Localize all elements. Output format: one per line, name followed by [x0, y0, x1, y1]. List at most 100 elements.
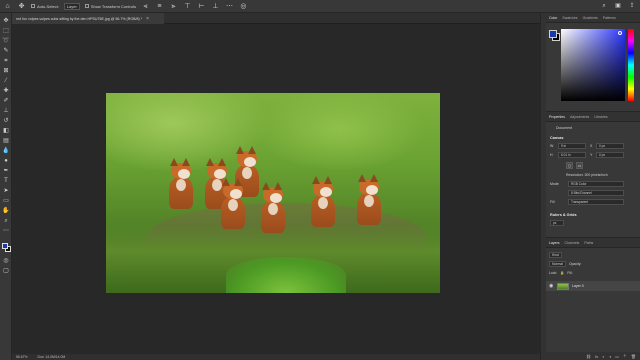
hand-tool-icon[interactable]: ✋	[2, 207, 10, 215]
fox-cub	[220, 178, 246, 229]
tab-libraries[interactable]: Libraries	[594, 115, 607, 119]
quick-mask-icon[interactable]: ◎	[2, 257, 10, 265]
tab-layers[interactable]: Layers	[549, 241, 560, 245]
tab-paths[interactable]: Paths	[584, 241, 593, 245]
more-tools-icon[interactable]: ⋯	[2, 227, 10, 235]
align-bottom-icon[interactable]: ⊥	[211, 2, 220, 11]
show-transform-label: Show Transform Controls	[90, 3, 136, 9]
lasso-tool-icon[interactable]: ➰	[2, 37, 10, 45]
move-tool-icon[interactable]: ✥	[2, 17, 10, 25]
rulers-grids-header[interactable]: Rulers & Grids	[550, 213, 577, 217]
layers-panel-tabs: Layers Channels Paths	[546, 238, 640, 248]
rectangle-tool-icon[interactable]: ▭	[2, 197, 10, 205]
frame-tool-icon[interactable]: ⊠	[2, 67, 10, 75]
quick-select-tool-icon[interactable]: ✎	[2, 47, 10, 55]
tab-color[interactable]: Color	[549, 16, 557, 20]
tools-panel: ✥ ⬚ ➰ ✎ ⌗ ⊠ ⁄ ✚ ✐ ⊥ ↺ ◧ ▤ 💧 ● ✒ T ➤ ▭ ✋ …	[0, 13, 12, 360]
move-tool-icon[interactable]: ✥	[17, 2, 26, 11]
auto-select-dropdown[interactable]: Layer	[63, 2, 80, 10]
lock-icon[interactable]: 🔒	[560, 271, 564, 275]
auto-select-checkbox[interactable]: Auto-Select:	[31, 4, 59, 9]
bit-depth-select[interactable]: 8 Bits/Channel	[568, 190, 624, 196]
blur-tool-icon[interactable]: 💧	[2, 147, 10, 155]
width-field[interactable]: 9 in	[558, 143, 586, 149]
tab-channels[interactable]: Channels	[565, 241, 580, 245]
layers-panel: Layers Channels Paths Kind Normal Opacit…	[546, 237, 640, 360]
new-layer-icon[interactable]: ＋	[623, 353, 627, 359]
document-image-fox-cubs[interactable]	[106, 93, 440, 293]
show-transform-checkbox[interactable]: Show Transform Controls	[84, 3, 136, 9]
properties-panel-tabs: Properties Adjustments Libraries	[546, 112, 640, 122]
share-icon[interactable]: ⇪	[628, 2, 636, 10]
marquee-tool-icon[interactable]: ⬚	[2, 27, 10, 35]
mode-label: Mode	[550, 182, 559, 186]
home-icon[interactable]: ⌂	[3, 2, 12, 11]
workspace-icon[interactable]: ▣	[614, 2, 622, 10]
image-foreground-leaves	[226, 257, 346, 293]
healing-brush-tool-icon[interactable]: ✚	[2, 87, 10, 95]
foreground-color-swatch[interactable]	[2, 243, 8, 249]
add-mask-icon[interactable]: ◐	[602, 354, 604, 359]
portrait-orientation-button[interactable]: ▯	[566, 162, 573, 169]
align-right-icon[interactable]: ⫸	[169, 2, 178, 11]
align-middle-icon[interactable]: ⊢	[197, 2, 206, 11]
landscape-orientation-button[interactable]: ▭	[576, 162, 583, 169]
color-picker-cursor[interactable]	[618, 31, 622, 35]
new-group-icon[interactable]: ▭	[615, 354, 619, 359]
layer-kind-filter[interactable]: Kind	[549, 251, 562, 258]
ruler-units-select[interactable]: px	[550, 220, 564, 226]
layer-filter-row: Kind	[549, 251, 562, 258]
eyedropper-tool-icon[interactable]: ⁄	[2, 77, 10, 85]
gradient-tool-icon[interactable]: ▤	[2, 137, 10, 145]
history-brush-tool-icon[interactable]: ↺	[2, 117, 10, 125]
tab-properties[interactable]: Properties	[549, 115, 565, 119]
screen-mode-icon[interactable]: ▢	[2, 267, 10, 275]
eraser-tool-icon[interactable]: ◧	[2, 127, 10, 135]
search-icon[interactable]: ⌕	[600, 2, 608, 10]
path-select-tool-icon[interactable]: ➤	[2, 187, 10, 195]
type-tool-icon[interactable]: T	[2, 177, 10, 185]
x-field[interactable]: 0 px	[596, 143, 624, 149]
hue-slider[interactable]	[628, 29, 634, 101]
layer-row[interactable]: ◉ Layer 0	[546, 281, 640, 291]
zoom-tool-icon[interactable]: ⌕	[2, 217, 10, 225]
status-bar: 56.67% Doc: 14.0M/14.0M	[12, 354, 540, 360]
clone-stamp-tool-icon[interactable]: ⊥	[2, 107, 10, 115]
height-field[interactable]: 6.01 in	[558, 152, 586, 158]
zoom-level[interactable]: 56.67%	[16, 355, 28, 359]
tab-gradients[interactable]: Gradients	[583, 16, 598, 20]
mode-select[interactable]: RGB Color	[568, 181, 624, 187]
brush-tool-icon[interactable]: ✐	[2, 97, 10, 105]
canvas-area[interactable]	[12, 24, 540, 354]
adjustment-layer-icon[interactable]: ◑	[609, 354, 611, 359]
document-tab[interactable]: red fox vulpes vulpes cubs sitting by th…	[12, 13, 164, 24]
align-left-icon[interactable]: ⫷	[141, 2, 150, 11]
foreground-color-swatch[interactable]	[549, 30, 557, 38]
color-picker-field[interactable]	[561, 29, 625, 101]
close-icon[interactable]: ×	[146, 16, 149, 22]
delete-layer-icon[interactable]: 🗑	[631, 354, 636, 359]
canvas-section-header[interactable]: Canvas	[550, 136, 564, 140]
layer-thumbnail	[557, 282, 569, 290]
dodge-tool-icon[interactable]: ●	[2, 157, 10, 165]
tab-patterns[interactable]: Patterns	[603, 16, 616, 20]
pen-tool-icon[interactable]: ✒	[2, 167, 10, 175]
eye-icon[interactable]: ◉	[549, 283, 554, 289]
y-field[interactable]: 0 px	[596, 152, 624, 158]
document-info[interactable]: Doc: 14.0M/14.0M	[38, 355, 66, 359]
align-top-icon[interactable]: ⊤	[183, 2, 192, 11]
color-panel-tabs: Color Swatches Gradients Patterns	[546, 13, 640, 23]
tab-swatches[interactable]: Swatches	[562, 16, 577, 20]
crop-tool-icon[interactable]: ⌗	[2, 57, 10, 65]
fill-select[interactable]: Transparent	[568, 199, 624, 205]
link-layers-icon[interactable]: ⛓	[586, 354, 591, 359]
lock-row: Lock: 🔒 Fill:	[549, 269, 573, 276]
layer-name[interactable]: Layer 0	[572, 284, 584, 288]
align-center-icon[interactable]: ≡	[155, 2, 164, 11]
layer-style-icon[interactable]: fx	[595, 354, 598, 359]
more-options-icon[interactable]: ⋯	[225, 2, 234, 11]
3d-mode-icon[interactable]: ◎	[239, 2, 248, 11]
blend-mode-select[interactable]: Normal	[549, 260, 566, 267]
tab-adjustments[interactable]: Adjustments	[570, 115, 589, 119]
fill-label: Fill	[550, 200, 555, 204]
